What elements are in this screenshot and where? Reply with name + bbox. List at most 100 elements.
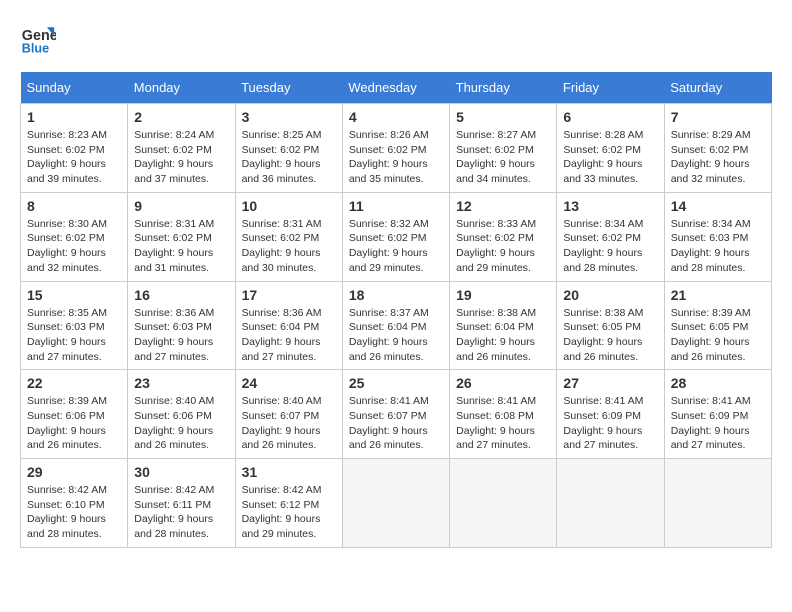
table-row: 22 Sunrise: 8:39 AM Sunset: 6:06 PM Dayl… [21, 370, 128, 459]
calendar-header-row: SundayMondayTuesdayWednesdayThursdayFrid… [21, 72, 772, 104]
day-number: 22 [27, 375, 121, 391]
day-number: 16 [134, 287, 228, 303]
day-info: Sunrise: 8:42 AM Sunset: 6:11 PM Dayligh… [134, 483, 228, 542]
table-row: 24 Sunrise: 8:40 AM Sunset: 6:07 PM Dayl… [235, 370, 342, 459]
table-row: 25 Sunrise: 8:41 AM Sunset: 6:07 PM Dayl… [342, 370, 449, 459]
table-row: 8 Sunrise: 8:30 AM Sunset: 6:02 PM Dayli… [21, 192, 128, 281]
day-number: 19 [456, 287, 550, 303]
day-number: 10 [242, 198, 336, 214]
day-info: Sunrise: 8:40 AM Sunset: 6:07 PM Dayligh… [242, 394, 336, 453]
day-info: Sunrise: 8:27 AM Sunset: 6:02 PM Dayligh… [456, 128, 550, 187]
table-row: 7 Sunrise: 8:29 AM Sunset: 6:02 PM Dayli… [664, 104, 771, 193]
day-number: 27 [563, 375, 657, 391]
table-row: 10 Sunrise: 8:31 AM Sunset: 6:02 PM Dayl… [235, 192, 342, 281]
day-info: Sunrise: 8:28 AM Sunset: 6:02 PM Dayligh… [563, 128, 657, 187]
day-info: Sunrise: 8:42 AM Sunset: 6:10 PM Dayligh… [27, 483, 121, 542]
day-info: Sunrise: 8:41 AM Sunset: 6:08 PM Dayligh… [456, 394, 550, 453]
table-row: 15 Sunrise: 8:35 AM Sunset: 6:03 PM Dayl… [21, 281, 128, 370]
calendar-header-tuesday: Tuesday [235, 72, 342, 104]
day-info: Sunrise: 8:23 AM Sunset: 6:02 PM Dayligh… [27, 128, 121, 187]
calendar-week-row: 29 Sunrise: 8:42 AM Sunset: 6:10 PM Dayl… [21, 459, 772, 548]
table-row [342, 459, 449, 548]
day-info: Sunrise: 8:41 AM Sunset: 6:07 PM Dayligh… [349, 394, 443, 453]
day-number: 2 [134, 109, 228, 125]
calendar-header-sunday: Sunday [21, 72, 128, 104]
day-info: Sunrise: 8:39 AM Sunset: 6:05 PM Dayligh… [671, 306, 765, 365]
day-info: Sunrise: 8:35 AM Sunset: 6:03 PM Dayligh… [27, 306, 121, 365]
day-number: 11 [349, 198, 443, 214]
day-number: 12 [456, 198, 550, 214]
day-info: Sunrise: 8:37 AM Sunset: 6:04 PM Dayligh… [349, 306, 443, 365]
day-number: 1 [27, 109, 121, 125]
table-row [664, 459, 771, 548]
table-row: 1 Sunrise: 8:23 AM Sunset: 6:02 PM Dayli… [21, 104, 128, 193]
day-info: Sunrise: 8:39 AM Sunset: 6:06 PM Dayligh… [27, 394, 121, 453]
table-row: 31 Sunrise: 8:42 AM Sunset: 6:12 PM Dayl… [235, 459, 342, 548]
calendar: SundayMondayTuesdayWednesdayThursdayFrid… [20, 72, 772, 548]
table-row: 16 Sunrise: 8:36 AM Sunset: 6:03 PM Dayl… [128, 281, 235, 370]
day-info: Sunrise: 8:33 AM Sunset: 6:02 PM Dayligh… [456, 217, 550, 276]
day-info: Sunrise: 8:31 AM Sunset: 6:02 PM Dayligh… [134, 217, 228, 276]
table-row: 29 Sunrise: 8:42 AM Sunset: 6:10 PM Dayl… [21, 459, 128, 548]
table-row: 19 Sunrise: 8:38 AM Sunset: 6:04 PM Dayl… [450, 281, 557, 370]
calendar-week-row: 8 Sunrise: 8:30 AM Sunset: 6:02 PM Dayli… [21, 192, 772, 281]
calendar-week-row: 1 Sunrise: 8:23 AM Sunset: 6:02 PM Dayli… [21, 104, 772, 193]
day-number: 25 [349, 375, 443, 391]
calendar-header-monday: Monday [128, 72, 235, 104]
table-row: 30 Sunrise: 8:42 AM Sunset: 6:11 PM Dayl… [128, 459, 235, 548]
table-row: 3 Sunrise: 8:25 AM Sunset: 6:02 PM Dayli… [235, 104, 342, 193]
day-info: Sunrise: 8:34 AM Sunset: 6:02 PM Dayligh… [563, 217, 657, 276]
table-row: 12 Sunrise: 8:33 AM Sunset: 6:02 PM Dayl… [450, 192, 557, 281]
day-number: 14 [671, 198, 765, 214]
day-info: Sunrise: 8:36 AM Sunset: 6:04 PM Dayligh… [242, 306, 336, 365]
day-number: 7 [671, 109, 765, 125]
day-number: 30 [134, 464, 228, 480]
day-number: 4 [349, 109, 443, 125]
table-row: 4 Sunrise: 8:26 AM Sunset: 6:02 PM Dayli… [342, 104, 449, 193]
day-info: Sunrise: 8:25 AM Sunset: 6:02 PM Dayligh… [242, 128, 336, 187]
table-row: 28 Sunrise: 8:41 AM Sunset: 6:09 PM Dayl… [664, 370, 771, 459]
day-number: 20 [563, 287, 657, 303]
day-number: 8 [27, 198, 121, 214]
day-info: Sunrise: 8:38 AM Sunset: 6:05 PM Dayligh… [563, 306, 657, 365]
day-info: Sunrise: 8:31 AM Sunset: 6:02 PM Dayligh… [242, 217, 336, 276]
table-row: 13 Sunrise: 8:34 AM Sunset: 6:02 PM Dayl… [557, 192, 664, 281]
day-info: Sunrise: 8:38 AM Sunset: 6:04 PM Dayligh… [456, 306, 550, 365]
day-info: Sunrise: 8:41 AM Sunset: 6:09 PM Dayligh… [671, 394, 765, 453]
day-number: 24 [242, 375, 336, 391]
day-number: 26 [456, 375, 550, 391]
day-number: 5 [456, 109, 550, 125]
logo: General Blue [20, 20, 56, 56]
table-row: 6 Sunrise: 8:28 AM Sunset: 6:02 PM Dayli… [557, 104, 664, 193]
table-row: 11 Sunrise: 8:32 AM Sunset: 6:02 PM Dayl… [342, 192, 449, 281]
day-number: 9 [134, 198, 228, 214]
day-info: Sunrise: 8:42 AM Sunset: 6:12 PM Dayligh… [242, 483, 336, 542]
day-info: Sunrise: 8:29 AM Sunset: 6:02 PM Dayligh… [671, 128, 765, 187]
logo-icon: General Blue [20, 20, 56, 56]
day-info: Sunrise: 8:34 AM Sunset: 6:03 PM Dayligh… [671, 217, 765, 276]
table-row: 18 Sunrise: 8:37 AM Sunset: 6:04 PM Dayl… [342, 281, 449, 370]
day-number: 18 [349, 287, 443, 303]
day-number: 28 [671, 375, 765, 391]
table-row: 5 Sunrise: 8:27 AM Sunset: 6:02 PM Dayli… [450, 104, 557, 193]
day-info: Sunrise: 8:36 AM Sunset: 6:03 PM Dayligh… [134, 306, 228, 365]
day-number: 29 [27, 464, 121, 480]
table-row: 26 Sunrise: 8:41 AM Sunset: 6:08 PM Dayl… [450, 370, 557, 459]
day-info: Sunrise: 8:30 AM Sunset: 6:02 PM Dayligh… [27, 217, 121, 276]
table-row: 21 Sunrise: 8:39 AM Sunset: 6:05 PM Dayl… [664, 281, 771, 370]
day-info: Sunrise: 8:26 AM Sunset: 6:02 PM Dayligh… [349, 128, 443, 187]
table-row [557, 459, 664, 548]
calendar-header-wednesday: Wednesday [342, 72, 449, 104]
day-number: 15 [27, 287, 121, 303]
table-row: 2 Sunrise: 8:24 AM Sunset: 6:02 PM Dayli… [128, 104, 235, 193]
calendar-week-row: 15 Sunrise: 8:35 AM Sunset: 6:03 PM Dayl… [21, 281, 772, 370]
day-number: 31 [242, 464, 336, 480]
svg-text:Blue: Blue [22, 41, 49, 55]
calendar-header-saturday: Saturday [664, 72, 771, 104]
day-number: 21 [671, 287, 765, 303]
table-row: 27 Sunrise: 8:41 AM Sunset: 6:09 PM Dayl… [557, 370, 664, 459]
day-number: 13 [563, 198, 657, 214]
table-row: 23 Sunrise: 8:40 AM Sunset: 6:06 PM Dayl… [128, 370, 235, 459]
day-number: 3 [242, 109, 336, 125]
day-info: Sunrise: 8:32 AM Sunset: 6:02 PM Dayligh… [349, 217, 443, 276]
